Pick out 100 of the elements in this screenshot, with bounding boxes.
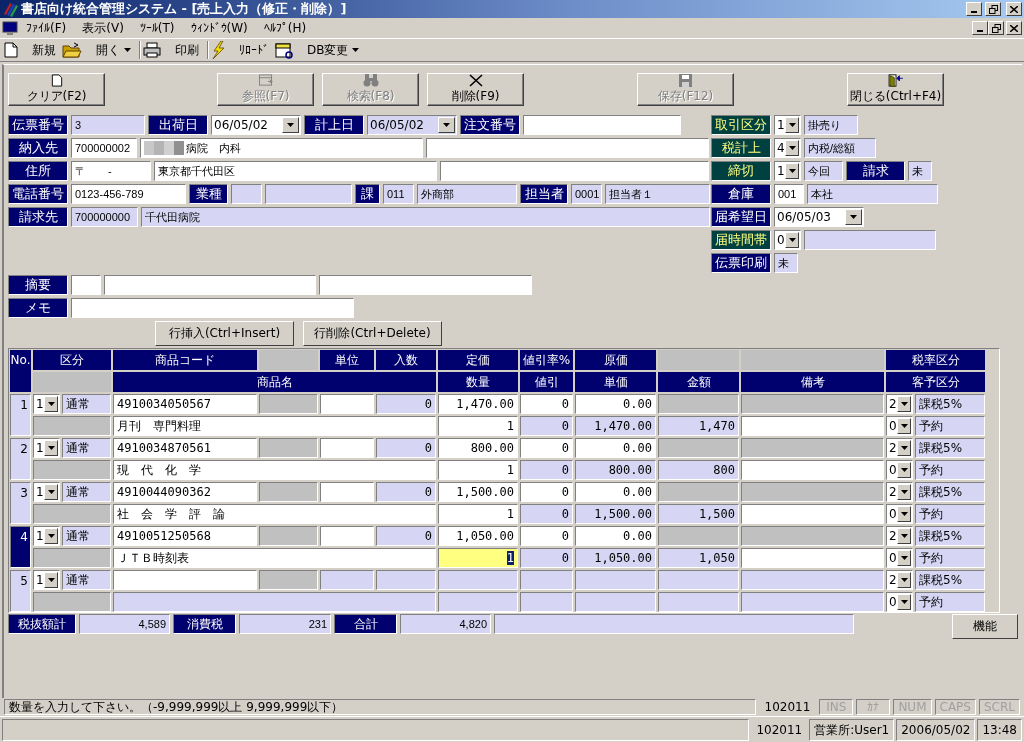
table-cell[interactable]: 1 (438, 504, 518, 524)
text-field[interactable]: 千代田病院 (141, 207, 710, 227)
table-cell[interactable]: 4910044090362 (113, 482, 257, 502)
dropdown-field[interactable]: 2 (886, 570, 913, 590)
menu-item[interactable]: ﾍﾙﾌﾟ(H) (255, 21, 315, 35)
table-cell[interactable] (320, 482, 374, 502)
table-cell[interactable]: 社 会 学 評 論 (113, 504, 436, 524)
action-button[interactable]: クリア(F2) (8, 73, 105, 106)
table-cell[interactable]: 0 (520, 394, 573, 414)
text-field[interactable] (319, 275, 532, 295)
table-cell[interactable] (741, 592, 884, 612)
dropdown-field[interactable]: 2 (886, 394, 913, 414)
table-cell[interactable] (113, 592, 436, 612)
minimize-button[interactable] (966, 2, 982, 16)
table-cell[interactable]: 1 (438, 416, 518, 436)
table-cell[interactable]: 1,050.00 (438, 526, 518, 546)
text-field[interactable]: 0123-456-789 (71, 184, 186, 204)
dropdown-field[interactable]: 0 (886, 416, 913, 436)
table-cell[interactable] (320, 570, 374, 590)
text-field[interactable] (104, 275, 316, 295)
text-field[interactable]: 3 (71, 115, 145, 135)
table-cell[interactable] (320, 438, 374, 458)
row-number[interactable]: 3 (10, 482, 31, 524)
dropdown-field[interactable]: 0 (886, 504, 913, 524)
row-button[interactable]: 行挿入(Ctrl+Insert) (155, 321, 294, 346)
toolbar-button[interactable]: 印刷 (161, 39, 205, 61)
text-field[interactable] (71, 275, 101, 295)
text-field[interactable]: 外商部 (417, 184, 517, 204)
table-cell[interactable]: 4910034870561 (113, 438, 257, 458)
dropdown-field[interactable]: 06/05/02 (211, 115, 301, 135)
text-field[interactable] (440, 161, 709, 181)
dropdown-field[interactable]: 06/05/02 (367, 115, 457, 135)
dropdown-field[interactable]: 1 (33, 482, 60, 502)
dropdown-field[interactable]: 2 (886, 482, 913, 502)
text-field[interactable] (804, 230, 936, 250)
table-cell[interactable] (438, 570, 518, 590)
text-field[interactable]: 700000002 (71, 138, 137, 158)
table-cell[interactable]: 0 (520, 438, 573, 458)
table-cell[interactable]: 月刊 専門料理 (113, 416, 436, 436)
row-number[interactable]: 2 (10, 438, 31, 480)
dropdown-field[interactable]: 2 (886, 438, 913, 458)
text-field[interactable] (523, 115, 681, 135)
table-cell[interactable]: 800.00 (438, 438, 518, 458)
action-button[interactable]: 閉じる(Ctrl+F4) (847, 73, 944, 106)
text-field[interactable]: 0001 (571, 184, 602, 204)
table-cell[interactable] (113, 570, 257, 590)
table-cell[interactable] (320, 394, 374, 414)
table-cell[interactable]: 1,470.00 (438, 394, 518, 414)
dropdown-field[interactable]: 0 (886, 460, 913, 480)
table-cell[interactable] (741, 504, 884, 524)
text-field[interactable]: 病院 内科 (140, 138, 423, 158)
row-button[interactable]: 行削除(Ctrl+Delete) (303, 321, 442, 346)
text-field[interactable]: 内税/総額 (804, 138, 876, 158)
close-button[interactable] (1006, 2, 1022, 16)
table-cell[interactable]: 現 代 化 学 (113, 460, 436, 480)
text-field[interactable]: 本社 (807, 184, 938, 204)
text-field[interactable]: 未 (774, 253, 798, 273)
text-field[interactable]: 今回 (804, 161, 843, 181)
table-cell[interactable] (741, 460, 884, 480)
dropdown-field[interactable]: 2 (886, 526, 913, 546)
text-field[interactable] (231, 184, 262, 204)
action-button[interactable]: 削除(F9) (427, 73, 524, 106)
text-field[interactable]: 700000000 (71, 207, 138, 227)
table-cell[interactable]: 0.00 (575, 482, 656, 502)
table-cell[interactable]: 0.00 (575, 526, 656, 546)
dropdown-field[interactable]: 0 (886, 548, 913, 568)
menu-item[interactable]: ﾌｧｲﾙ(F) (18, 21, 75, 35)
table-cell[interactable] (741, 548, 884, 568)
text-field[interactable] (265, 184, 352, 204)
table-cell[interactable]: 1 (438, 460, 518, 480)
row-number[interactable]: 1 (10, 394, 31, 436)
table-cell[interactable]: 1 (438, 548, 518, 568)
toolbar-button[interactable]: 開く (82, 39, 137, 61)
restore-button[interactable] (985, 2, 1001, 16)
table-cell[interactable]: 1,500.00 (438, 482, 518, 502)
table-cell[interactable]: ＪＴＢ時刻表 (113, 548, 436, 568)
text-field[interactable] (426, 138, 709, 158)
function-button[interactable]: 機能 (952, 614, 1018, 639)
close-button[interactable] (1006, 21, 1022, 35)
table-cell[interactable] (575, 570, 656, 590)
text-field[interactable]: 〒 - (71, 161, 151, 181)
menu-item[interactable]: ｳｨﾝﾄﾞｳ(W) (182, 21, 256, 35)
dropdown-field[interactable]: 1 (33, 394, 60, 414)
dropdown-field[interactable]: 1 (774, 161, 801, 181)
menu-item[interactable]: ﾂｰﾙ(T) (131, 21, 183, 35)
table-cell[interactable] (438, 592, 518, 612)
dropdown-field[interactable]: 1 (33, 438, 60, 458)
restore-button[interactable] (988, 21, 1004, 35)
row-number[interactable]: 5 (10, 570, 31, 612)
dropdown-field[interactable]: 1 (33, 570, 60, 590)
toolbar-button[interactable]: DB変更 (293, 39, 366, 61)
table-cell[interactable] (320, 526, 374, 546)
table-cell[interactable]: 0.00 (575, 394, 656, 414)
dropdown-field[interactable]: 0 (774, 230, 801, 250)
minimize-button[interactable] (972, 21, 988, 35)
menu-item[interactable]: 表示(V) (74, 19, 132, 37)
table-cell[interactable] (741, 416, 884, 436)
table-cell[interactable]: 0.00 (575, 438, 656, 458)
text-field[interactable]: 東京都千代田区 (154, 161, 437, 181)
dropdown-field[interactable]: 4 (774, 138, 801, 158)
